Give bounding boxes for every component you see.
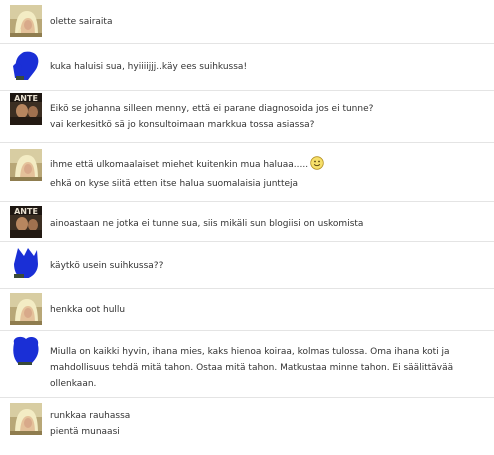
comment-item: käytkö usein suihkussa?? <box>0 242 494 289</box>
svg-text:ANTE: ANTE <box>14 94 38 103</box>
blonde-woman-avatar[interactable] <box>10 5 42 37</box>
comment-text: olette sairaita <box>50 17 113 27</box>
comment-item: ANTE ainoastaan ne jotka ei tunne sua, s… <box>0 202 494 242</box>
comment-body: käytkö usein suihkussa?? <box>50 258 486 274</box>
blue-scribble-avatar[interactable] <box>10 333 42 365</box>
comment-text: pientä munaasi <box>50 427 120 437</box>
blonde-woman-avatar[interactable] <box>10 403 42 435</box>
comment-body: henkka oot hullu <box>50 302 486 318</box>
comment-body: Eikö se johanna silleen menny, että ei p… <box>50 101 486 133</box>
comment-item: ihme että ulkomaalaiset miehet kuitenkin… <box>0 143 494 202</box>
comment-item: kuka haluisi sua, hyiiiijjj..käy ees sui… <box>0 44 494 91</box>
svg-text:ANTE: ANTE <box>14 207 38 216</box>
smiley-emoji-icon <box>310 156 324 176</box>
comment-text: kuka haluisi sua, hyiiiijjj..käy ees sui… <box>50 62 248 72</box>
poster-avatar[interactable]: ANTE <box>10 206 42 238</box>
comment-item: henkka oot hullu <box>0 289 494 331</box>
comment-text-line: ihme että ulkomaalaiset miehet kuitenkin… <box>50 156 486 176</box>
blonde-woman-avatar[interactable] <box>10 149 42 181</box>
blue-scribble-avatar[interactable] <box>10 246 42 278</box>
blonde-woman-avatar[interactable] <box>10 293 42 325</box>
comment-feed: olette sairaita kuka haluisi sua, hyiiii… <box>0 0 494 455</box>
comment-text: ihme että ulkomaalaiset miehet kuitenkin… <box>50 160 309 170</box>
comment-item: olette sairaita <box>0 0 494 44</box>
poster-avatar[interactable]: ANTE <box>10 93 42 125</box>
comment-body: kuka haluisi sua, hyiiiijjj..käy ees sui… <box>50 59 486 75</box>
comment-text: vai kerkesitkö sä jo konsultoimaan markk… <box>50 120 315 130</box>
comment-text: ainoastaan ne jotka ei tunne sua, siis m… <box>50 219 364 229</box>
comment-text: käytkö usein suihkussa?? <box>50 261 164 271</box>
comment-text: ehkä on kyse siitä etten itse halua suom… <box>50 179 299 189</box>
comment-item: Miulla on kaikki hyvin, ihana mies, kaks… <box>0 331 494 398</box>
blue-scribble-avatar[interactable] <box>10 48 42 80</box>
comment-body: ainoastaan ne jotka ei tunne sua, siis m… <box>50 216 486 232</box>
comment-text: runkkaa rauhassa <box>50 411 131 421</box>
comment-text: Miulla on kaikki hyvin, ihana mies, kaks… <box>50 347 454 389</box>
comment-item: ANTE Eikö se johanna silleen menny, että… <box>0 91 494 143</box>
comment-body: olette sairaita <box>50 14 486 30</box>
comment-text: henkka oot hullu <box>50 305 126 315</box>
comment-body: ihme että ulkomaalaiset miehet kuitenkin… <box>50 156 486 192</box>
comment-body: runkkaa rauhassa pientä munaasi <box>50 408 486 440</box>
comment-body: Miulla on kaikki hyvin, ihana mies, kaks… <box>50 344 486 392</box>
comment-item: runkkaa rauhassa pientä munaasi <box>0 398 494 455</box>
comment-text: Eikö se johanna silleen menny, että ei p… <box>50 104 374 114</box>
